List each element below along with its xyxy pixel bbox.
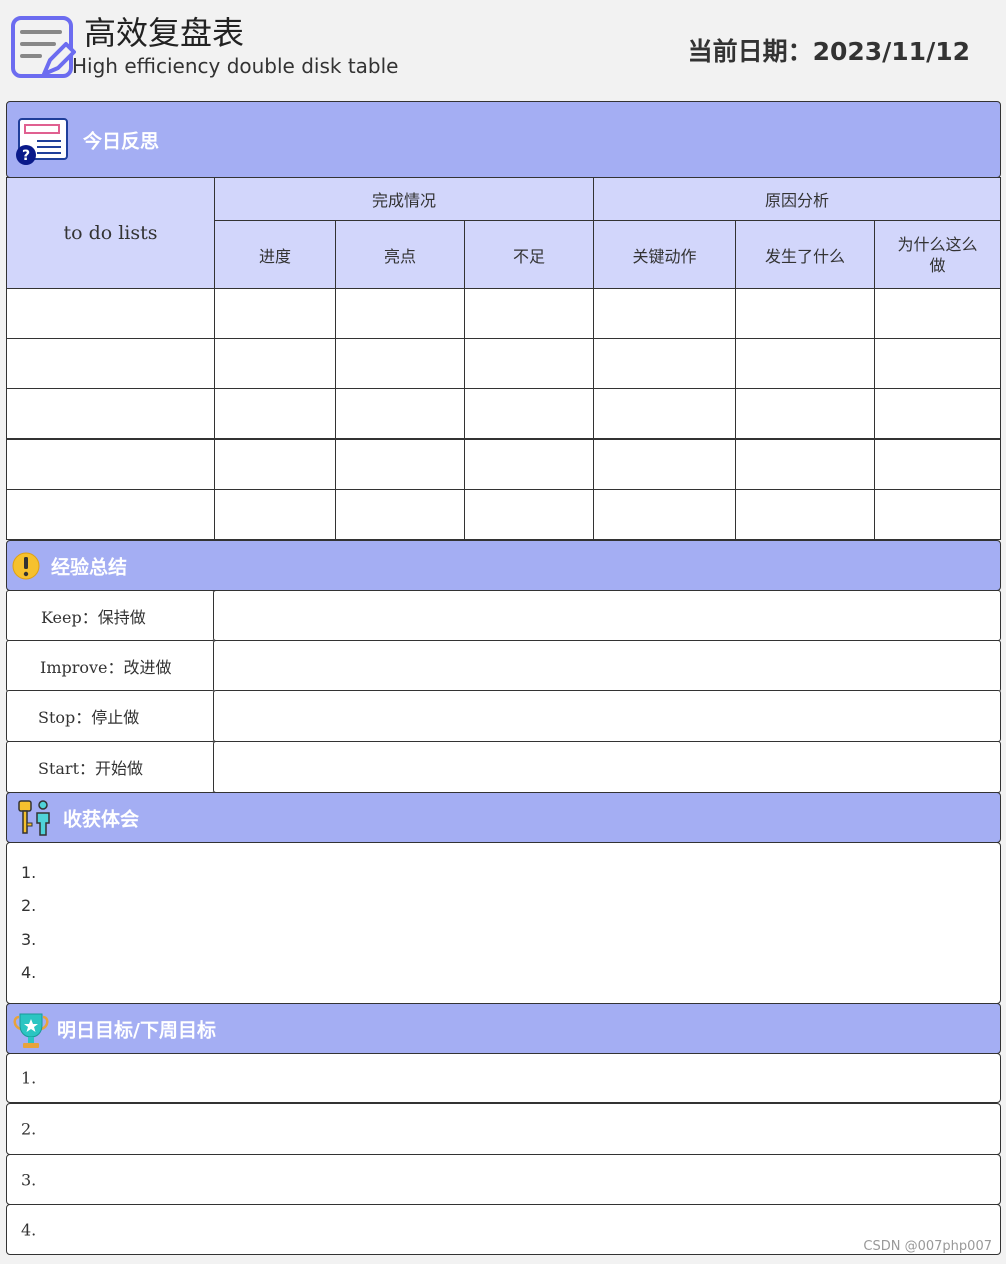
- table-cell[interactable]: [593, 489, 736, 540]
- goal-row[interactable]: 4.: [6, 1204, 1001, 1255]
- column-header: 发生了什么: [735, 220, 875, 289]
- page-title: 高效复盘表: [84, 14, 245, 52]
- table-cell[interactable]: [335, 288, 465, 339]
- section-harvest: 收获体会: [6, 792, 1001, 843]
- todo-cell[interactable]: [6, 489, 215, 540]
- table-cell[interactable]: [464, 439, 594, 490]
- table-cell[interactable]: [735, 338, 875, 389]
- table-cell[interactable]: [464, 288, 594, 339]
- todo-cell[interactable]: [6, 439, 215, 490]
- section-reflection: ? 今日反思: [6, 101, 1001, 178]
- page-subtitle: High efficiency double disk table: [72, 54, 399, 78]
- table-cell[interactable]: [214, 388, 336, 439]
- keep-label: Keep：保持做: [6, 590, 215, 641]
- keep-field[interactable]: [213, 590, 1001, 641]
- table-cell[interactable]: [214, 489, 336, 540]
- table-cell[interactable]: [735, 388, 875, 439]
- table-cell[interactable]: [335, 489, 465, 540]
- table-cell[interactable]: [874, 288, 1001, 339]
- table-cell[interactable]: [335, 439, 465, 490]
- table-cell[interactable]: [593, 439, 736, 490]
- list-item: 4.: [21, 963, 37, 982]
- section-title: 收获体会: [63, 808, 140, 830]
- table-cell[interactable]: [593, 288, 736, 339]
- column-header: 亮点: [335, 220, 465, 289]
- table-cell[interactable]: [735, 489, 875, 540]
- table-cell[interactable]: [874, 388, 1001, 439]
- goal-number: 1.: [21, 1068, 37, 1088]
- section-experience: 经验总结: [6, 540, 1001, 591]
- goal-number: 3.: [21, 1170, 37, 1189]
- column-header: 为什么这么做: [874, 220, 1001, 289]
- goal-row[interactable]: 1.: [6, 1053, 1001, 1103]
- column-header: 关键动作: [593, 220, 736, 289]
- harvest-box[interactable]: 1. 2. 3. 4.: [6, 842, 1001, 1004]
- key-person-icon: [18, 800, 50, 836]
- todo-cell[interactable]: [6, 388, 215, 439]
- table-cell[interactable]: [464, 338, 594, 389]
- table-cell[interactable]: [735, 288, 875, 339]
- table-cell[interactable]: [214, 288, 336, 339]
- table-cell[interactable]: [874, 489, 1001, 540]
- page-header: 高效复盘表 High efficiency double disk table …: [0, 0, 1006, 100]
- question-card-icon: ?: [16, 118, 68, 165]
- todo-header: to do lists: [6, 177, 215, 289]
- table-cell[interactable]: [464, 388, 594, 439]
- list-item: 3.: [21, 930, 37, 949]
- stop-field[interactable]: [213, 690, 1001, 742]
- goal-row[interactable]: 2.: [6, 1103, 1001, 1155]
- table-cell[interactable]: [593, 388, 736, 439]
- list-item: 2.: [21, 896, 37, 915]
- current-date: 当前日期：2023/11/12: [687, 37, 970, 66]
- section-goals: 明日目标/下周目标: [6, 1003, 1001, 1054]
- goal-number: 4.: [21, 1220, 37, 1239]
- list-item: 1.: [21, 863, 37, 882]
- start-label: Start：开始做: [6, 741, 215, 793]
- table-cell[interactable]: [874, 338, 1001, 389]
- reason-header: 原因分析: [593, 177, 1001, 221]
- goal-number: 2.: [21, 1119, 37, 1139]
- trophy-icon: [13, 1013, 49, 1048]
- start-field[interactable]: [213, 741, 1001, 793]
- goal-row[interactable]: 3.: [6, 1154, 1001, 1205]
- todo-cell[interactable]: [6, 288, 215, 339]
- svg-text:?: ?: [22, 148, 30, 164]
- column-header: 不足: [464, 220, 594, 289]
- table-cell[interactable]: [214, 338, 336, 389]
- reflection-table: to do lists 完成情况 原因分析 进度 亮点 不足 关键动作 发生了什…: [6, 177, 1001, 541]
- section-title: 今日反思: [83, 130, 160, 152]
- section-title: 经验总结: [51, 556, 128, 578]
- table-cell[interactable]: [593, 338, 736, 389]
- improve-field[interactable]: [213, 640, 1001, 692]
- section-title: 明日目标/下周目标: [57, 1019, 216, 1041]
- table-cell[interactable]: [335, 388, 465, 439]
- table-cell[interactable]: [464, 489, 594, 540]
- table-cell[interactable]: [214, 439, 336, 490]
- improve-label: Improve：改进做: [6, 640, 215, 692]
- stop-label: Stop：停止做: [6, 690, 215, 742]
- table-cell[interactable]: [874, 439, 1001, 490]
- table-cell[interactable]: [735, 439, 875, 490]
- table-cell[interactable]: [335, 338, 465, 389]
- todo-cell[interactable]: [6, 338, 215, 389]
- document-edit-icon: [11, 16, 76, 78]
- watermark: CSDN @007php007: [863, 1239, 992, 1254]
- exclamation-icon: [12, 552, 40, 580]
- completion-header: 完成情况: [214, 177, 594, 221]
- column-header: 进度: [214, 220, 336, 289]
